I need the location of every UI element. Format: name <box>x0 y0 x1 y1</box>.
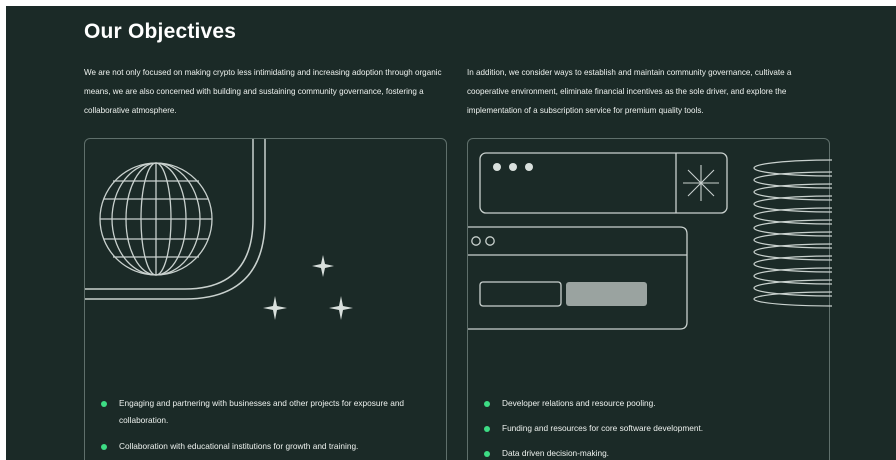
window-dots <box>493 163 533 171</box>
browser-window-bottom <box>468 226 688 330</box>
bullet-dot <box>484 401 490 407</box>
list-item-text: Funding and resources for core software … <box>502 423 704 433</box>
list-item-text: Engaging and partnering with businesses … <box>119 398 405 425</box>
list-item: Collaboration with educational instituti… <box>101 438 431 455</box>
sparkle-icon <box>329 296 353 320</box>
sparkle-icons <box>263 255 353 320</box>
starburst-icon <box>683 165 719 201</box>
globe-illustration <box>85 139 353 320</box>
list-item: Data driven decision-making. <box>484 445 814 460</box>
bullet-list-left: Engaging and partnering with businesses … <box>101 395 431 460</box>
bullet-dot <box>101 444 107 450</box>
bullet-dot <box>484 451 490 457</box>
sparkle-icon <box>263 296 287 320</box>
bullet-dot <box>101 401 107 407</box>
list-item: Engaging and partnering with businesses … <box>101 395 431 429</box>
frame-inner-arc <box>85 139 254 290</box>
list-item-text: Data driven decision-making. <box>502 448 609 458</box>
section-title: Our Objectives <box>84 20 237 43</box>
primary-button-shape <box>566 282 647 306</box>
list-item-text: Collaboration with educational instituti… <box>119 441 359 451</box>
objectives-section: Our Objectives We are not only focused o… <box>6 6 896 460</box>
bullet-dot <box>484 426 490 432</box>
list-item: Developer relations and resource pooling… <box>484 395 814 412</box>
sparkle-icon <box>312 255 334 277</box>
list-item: Funding and resources for core software … <box>484 420 814 437</box>
intro-paragraph-left: We are not only focused on making crypto… <box>84 68 442 115</box>
objective-card-left: Engaging and partnering with businesses … <box>84 138 447 460</box>
coil-spring-illustration <box>753 159 832 307</box>
bullet-list-right: Developer relations and resource pooling… <box>484 395 814 460</box>
globe-icon <box>99 162 213 276</box>
list-item-text: Developer relations and resource pooling… <box>502 398 656 408</box>
intro-paragraph-right: In addition, we consider ways to establi… <box>467 68 792 115</box>
